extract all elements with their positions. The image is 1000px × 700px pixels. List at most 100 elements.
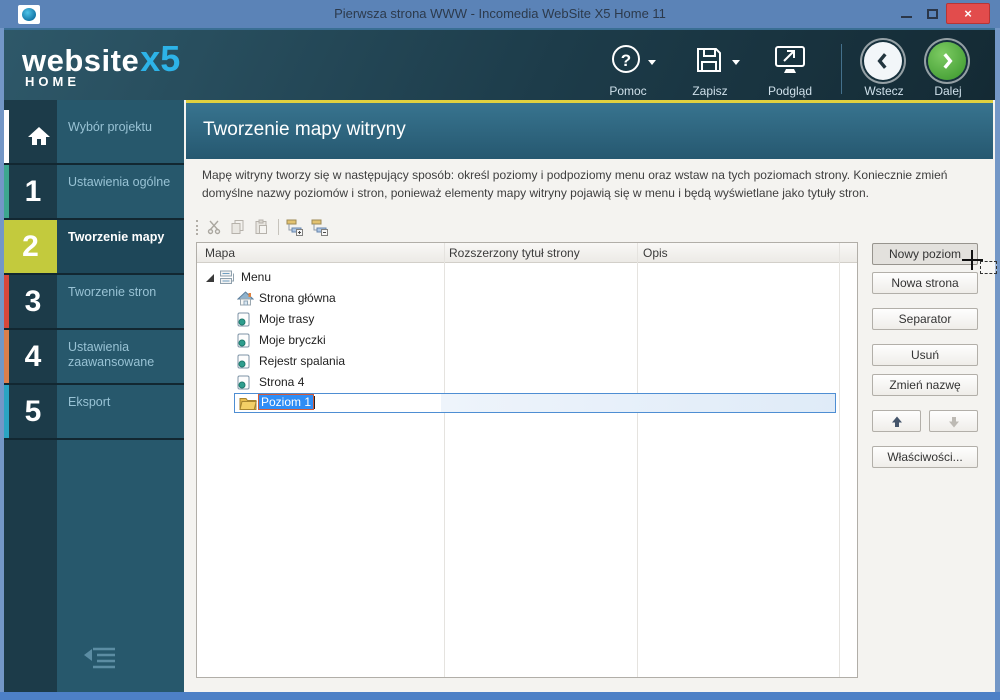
- minimize-button[interactable]: [896, 4, 918, 24]
- close-button[interactable]: ×: [946, 3, 990, 24]
- tree-row-page[interactable]: Moje trasy: [197, 309, 857, 330]
- collapse-sidebar-button[interactable]: [82, 644, 120, 672]
- toolbar-grip-icon: [196, 219, 198, 235]
- step-label: Eksport: [68, 395, 111, 409]
- move-up-button[interactable]: [872, 410, 921, 432]
- tree-row-level-editing[interactable]: Poziom 1: [197, 393, 857, 414]
- page-icon: [237, 354, 250, 369]
- text-caret: [314, 396, 316, 410]
- tree-row-menu[interactable]: Menu: [197, 267, 857, 288]
- sidebar-item-advanced-settings[interactable]: 4 Ustawienia zaawansowane: [4, 330, 184, 383]
- step-number: 4: [24, 340, 42, 373]
- tree-row-page[interactable]: Moje bryczki: [197, 330, 857, 351]
- properties-button[interactable]: Właściwości...: [872, 446, 978, 468]
- step-label: Ustawienia ogólne: [68, 175, 171, 189]
- collapse-all-icon[interactable]: [311, 219, 329, 236]
- step-label: Ustawienia zaawansowane: [68, 340, 155, 369]
- step-number: 5: [24, 395, 42, 428]
- help-dropdown-icon[interactable]: [648, 60, 656, 65]
- step-divider: [4, 438, 184, 440]
- window-border-bottom: [0, 692, 1000, 700]
- tree-row-label[interactable]: Strona główna: [259, 291, 336, 306]
- step-label: Tworzenie stron: [68, 285, 157, 299]
- paste-icon[interactable]: [253, 219, 269, 235]
- new-level-button[interactable]: Nowy poziom: [872, 243, 978, 265]
- titlebar[interactable]: Pierwsza strona WWW - Incomedia WebSite …: [0, 0, 1000, 28]
- steps-sidebar: Wybór projektu 1 Ustawienia ogólne 2 Two…: [4, 100, 184, 692]
- page-description: Mapę witryny tworzy się w następujący sp…: [202, 168, 948, 200]
- sitemap-mini-toolbar: [196, 218, 336, 236]
- logo-x5-text: x5: [140, 38, 181, 79]
- folder-icon: [239, 398, 257, 410]
- tree-row-label[interactable]: Rejestr spalania: [259, 354, 345, 369]
- page-icon: [237, 333, 250, 348]
- maximize-icon: [927, 9, 938, 19]
- tree-row-label[interactable]: Menu: [241, 270, 271, 285]
- home-icon: [28, 127, 50, 145]
- column-header-extended-title[interactable]: Rozszerzony tytuł strony: [449, 243, 580, 263]
- page-title-band: Tworzenie mapy witryny: [186, 103, 993, 159]
- column-header-description[interactable]: Opis: [643, 243, 668, 263]
- separator-button[interactable]: Separator: [872, 308, 978, 330]
- new-page-button[interactable]: Nowa strona: [872, 272, 978, 294]
- delete-button[interactable]: Usuń: [872, 344, 978, 366]
- page-icon: [237, 375, 250, 390]
- next-label: Dalej: [934, 84, 962, 98]
- rename-edit-box[interactable]: Poziom 1: [234, 393, 836, 413]
- tree-row-page[interactable]: Rejestr spalania: [197, 351, 857, 372]
- websitex5-logo: websitex5 HOME: [22, 38, 180, 89]
- table-header: Mapa Rozszerzony tytuł strony Opis: [197, 243, 857, 263]
- sitemap-table[interactable]: Mapa Rozszerzony tytuł strony Opis Menu …: [196, 242, 858, 678]
- sidebar-item-export[interactable]: 5 Eksport: [4, 385, 184, 438]
- tree-row-home-page[interactable]: Strona główna: [197, 288, 857, 309]
- sidebar-item-page-creation[interactable]: 3 Tworzenie stron: [4, 275, 184, 328]
- sidebar-item-general-settings[interactable]: 1 Ustawienia ogólne: [4, 165, 184, 218]
- tree-row-label[interactable]: Moje trasy: [259, 312, 314, 327]
- step-number: 1: [24, 175, 42, 208]
- back-button[interactable]: Wstecz: [848, 40, 920, 98]
- edit-row-tint: [441, 394, 835, 412]
- save-dropdown-icon[interactable]: [732, 60, 740, 65]
- collapse-sidebar-icon: [84, 647, 115, 669]
- preview-button[interactable]: Podgląd: [754, 40, 826, 98]
- save-icon: [697, 48, 721, 72]
- step-label: Wybór projektu: [68, 120, 152, 134]
- move-down-button[interactable]: [929, 410, 978, 432]
- step-label: Tworzenie mapy: [57, 220, 184, 273]
- save-label: Zapisz: [692, 84, 728, 98]
- page-icon: [237, 312, 250, 327]
- next-button[interactable]: Dalej: [912, 40, 984, 98]
- preview-icon: [775, 46, 805, 73]
- window-title: Pierwsza strona WWW - Incomedia WebSite …: [334, 6, 666, 21]
- maximize-button[interactable]: [922, 4, 944, 24]
- help-button[interactable]: ? Pomoc: [592, 40, 664, 98]
- save-button[interactable]: Zapisz: [674, 40, 746, 98]
- window-border-right: [995, 28, 1000, 692]
- up-arrow-icon: [891, 416, 902, 427]
- rename-button[interactable]: Zmień nazwę: [872, 374, 978, 396]
- column-header-map[interactable]: Mapa: [205, 243, 235, 263]
- cut-icon[interactable]: [207, 219, 223, 235]
- tree-row-label[interactable]: Strona 4: [259, 375, 304, 390]
- homepage-icon: [237, 291, 254, 306]
- sidebar-item-project-choice[interactable]: Wybór projektu: [4, 110, 184, 163]
- help-label: Pomoc: [609, 84, 647, 98]
- sidebar-item-sitemap-creation-active[interactable]: 2 Tworzenie mapy: [4, 220, 184, 273]
- tree-row-label[interactable]: Moje bryczki: [259, 333, 326, 348]
- next-icon: [928, 42, 966, 80]
- preview-label: Podgląd: [767, 84, 813, 98]
- expander-icon[interactable]: [205, 273, 215, 283]
- back-icon: [864, 42, 902, 80]
- copy-icon[interactable]: [230, 219, 246, 235]
- step-number: 2: [4, 220, 57, 273]
- rename-text-input[interactable]: Poziom 1: [257, 394, 316, 411]
- app-header: websitex5 HOME ? Pomoc Zapisz Podgląd Ws…: [4, 28, 995, 100]
- main-content: Tworzenie mapy witryny Mapę witryny twor…: [184, 100, 997, 692]
- help-icon: ?: [612, 45, 640, 73]
- logo-brand-text: website: [22, 43, 140, 78]
- tree-row-page[interactable]: Strona 4: [197, 372, 857, 393]
- mini-toolbar-divider: [278, 219, 279, 235]
- back-label: Wstecz: [864, 84, 904, 98]
- selected-text: Poziom 1: [257, 394, 315, 410]
- expand-all-icon[interactable]: [286, 219, 304, 236]
